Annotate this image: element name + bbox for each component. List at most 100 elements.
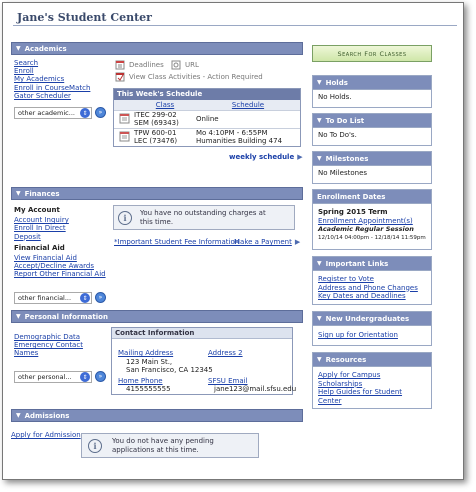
- gator-scheduler-link[interactable]: Gator Scheduler: [14, 92, 71, 100]
- weekly-schedule-table: This Week's Schedule Class Schedule ITEC…: [113, 88, 301, 147]
- class-location: Humanities Building 474: [196, 137, 283, 146]
- class-details-icon[interactable]: [119, 131, 130, 142]
- no-charges-message: You have no outstanding charges at this …: [140, 208, 266, 226]
- academic-go-button[interactable]: »: [95, 107, 106, 118]
- academics-section-header[interactable]: ▼ Academics: [11, 42, 303, 55]
- other-financial-select[interactable]: other financial... ⇕: [14, 292, 92, 304]
- mailing-address-link[interactable]: Mailing Address: [118, 349, 173, 357]
- class-time: Online: [196, 115, 219, 123]
- sfsu-email-link[interactable]: SFSU Email: [208, 377, 248, 385]
- key-dates-link[interactable]: Key Dates and Deadlines: [318, 292, 406, 300]
- weekly-schedule-link[interactable]: weekly schedule ▶: [229, 153, 303, 161]
- class-section: SEM (69343): [134, 119, 179, 127]
- other-personal-select[interactable]: other personal... ⇕: [14, 371, 92, 383]
- new-undergraduates-header-label: New Undergraduates: [325, 314, 410, 323]
- deadlines-label: Deadlines: [129, 61, 164, 69]
- home-phone-value: 4155555555: [126, 385, 171, 393]
- admissions-section-header[interactable]: ▼ Admissions: [11, 409, 303, 422]
- collapse-triangle-icon: ▼: [317, 155, 322, 162]
- select-arrows-icon: ⇕: [80, 372, 90, 382]
- deadlines-link[interactable]: Deadlines: [115, 60, 164, 70]
- url-label: URL: [185, 61, 199, 69]
- apply-admission-label: Apply for Admission: [11, 431, 81, 439]
- enrollment-dates-header-label: Enrollment Dates: [317, 192, 386, 201]
- resources-body: Apply for Campus Scholarships Help Guide…: [313, 366, 431, 408]
- view-class-activities-label: View Class Activities - Action Required: [129, 73, 263, 81]
- class-code: ITEC 299-02: [134, 111, 177, 119]
- schedule-column-header[interactable]: Schedule: [232, 101, 264, 109]
- contact-info-box: Contact Information Mailing Address Addr…: [111, 327, 296, 395]
- enroll-direct-link[interactable]: Enroll In Direct: [14, 224, 66, 232]
- select-arrows-icon: ⇕: [80, 293, 90, 303]
- milestones-header[interactable]: ▼ Milestones: [313, 152, 431, 165]
- enrollment-dates-header: Enrollment Dates: [313, 190, 431, 203]
- emergency-contact-link[interactable]: Emergency Contact: [14, 341, 83, 349]
- todo-header[interactable]: ▼ To Do List: [313, 114, 431, 127]
- address-phone-changes-link[interactable]: Address and Phone Changes: [318, 284, 418, 292]
- view-financial-aid-link[interactable]: View Financial Aid: [14, 254, 77, 262]
- search-for-classes-button[interactable]: Search For Classes: [312, 45, 432, 62]
- search-link[interactable]: Search: [14, 59, 38, 67]
- enroll-link[interactable]: Enroll: [14, 67, 34, 75]
- names-link[interactable]: Names: [14, 349, 38, 357]
- holds-box: ▼ Holds No Holds.: [312, 75, 432, 108]
- holds-header[interactable]: ▼ Holds: [313, 76, 431, 89]
- view-class-activities-link[interactable]: View Class Activities - Action Required: [115, 72, 263, 82]
- other-academic-select[interactable]: other academic... ⇕: [14, 107, 92, 119]
- schedule-row: TPW 600-01 LEC (73476) Mo 4:10PM - 6:55PM…: [114, 128, 300, 146]
- enrollment-appointment-link[interactable]: Enrollment Appointment(s): [318, 217, 413, 225]
- make-payment-link[interactable]: Make a Payment ▶: [234, 238, 300, 246]
- financial-go-button[interactable]: »: [95, 292, 106, 303]
- info-icon: i: [88, 438, 102, 453]
- resources-header-label: Resources: [325, 355, 367, 364]
- personal-info-section-header[interactable]: ▼ Personal Information: [11, 310, 303, 323]
- class-details-icon[interactable]: [119, 113, 130, 124]
- address-2-link[interactable]: Address 2: [208, 349, 243, 357]
- resources-box: ▼ Resources Apply for Campus Scholarship…: [312, 352, 432, 409]
- todo-header-label: To Do List: [325, 116, 365, 125]
- weekly-schedule-label: weekly schedule: [229, 153, 295, 161]
- enrollment-dates-body: Spring 2015 Term Enrollment Appointment(…: [313, 203, 431, 249]
- scholarships-link[interactable]: Apply for Campus Scholarships: [318, 371, 380, 388]
- other-academic-select-value: other academic...: [18, 109, 75, 117]
- class-column-header[interactable]: Class: [156, 101, 174, 109]
- no-applications-message: You do not have any pending applications…: [112, 436, 214, 454]
- fee-info-label: *Important Student Fee Information: [114, 238, 240, 246]
- my-academics-link[interactable]: My Academics: [14, 75, 64, 83]
- demographic-data-link[interactable]: Demographic Data: [14, 333, 80, 341]
- enroll-coursematch-link[interactable]: Enroll in CourseMatch: [14, 84, 90, 92]
- apply-admission-link[interactable]: Apply for Admission: [11, 431, 81, 439]
- arrow-right-icon: ▶: [297, 153, 303, 161]
- page-title: Jane's Student Center: [17, 11, 152, 24]
- schedule-grid: Class Schedule ITEC 299-02 SEM (69343) On…: [114, 100, 300, 146]
- account-inquiry-link[interactable]: Account Inquiry: [14, 216, 69, 224]
- important-links-body: Register to Vote Address and Phone Chang…: [313, 270, 431, 304]
- important-links-header[interactable]: ▼ Important Links: [313, 257, 431, 270]
- help-guides-link[interactable]: Help Guides for Student Center: [318, 388, 402, 405]
- resources-header[interactable]: ▼ Resources: [313, 353, 431, 366]
- url-link[interactable]: URL: [171, 60, 199, 70]
- important-links-box: ▼ Important Links Register to Vote Addre…: [312, 256, 432, 305]
- personal-go-button[interactable]: »: [95, 371, 106, 382]
- report-other-aid-link[interactable]: Report Other Financial Aid: [14, 270, 106, 278]
- collapse-triangle-icon: ▼: [317, 315, 322, 322]
- new-undergraduates-header[interactable]: ▼ New Undergraduates: [313, 312, 431, 325]
- info-icon: i: [118, 210, 132, 225]
- orientation-link[interactable]: Sign up for Orientation: [318, 331, 398, 339]
- deposit-link[interactable]: Deposit: [14, 233, 41, 241]
- enrollment-term: Spring 2015 Term: [318, 208, 388, 216]
- title-divider: [13, 25, 457, 26]
- milestones-body: No Milestones: [313, 165, 431, 183]
- accept-decline-awards-link[interactable]: Accept/Decline Awards: [14, 262, 94, 270]
- collapse-triangle-icon: ▼: [16, 190, 21, 197]
- home-phone-link[interactable]: Home Phone: [118, 377, 163, 385]
- register-to-vote-link[interactable]: Register to Vote: [318, 275, 374, 283]
- go-arrow-icon: »: [98, 373, 103, 380]
- class-code: TPW 600-01: [134, 129, 177, 138]
- contact-info-title: Contact Information: [112, 328, 292, 339]
- enrollment-session: Academic Regular Session: [318, 225, 414, 233]
- deadlines-icon: [115, 60, 125, 70]
- enrollment-dates-range: 12/10/14 04:00pm - 12/18/14 11:59pm: [318, 234, 426, 241]
- finances-section-header[interactable]: ▼ Finances: [11, 187, 303, 200]
- fee-info-link[interactable]: *Important Student Fee Information: [114, 238, 239, 246]
